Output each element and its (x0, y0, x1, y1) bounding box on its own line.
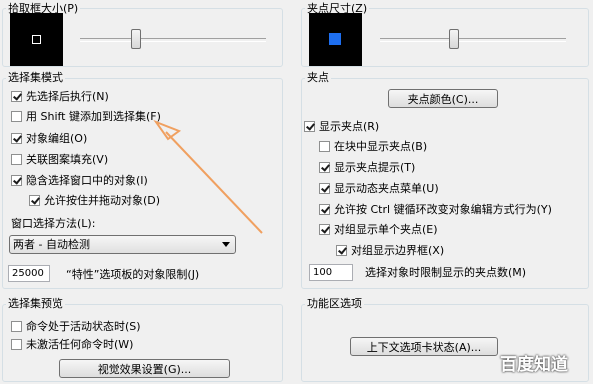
grips-title: 夹点 (305, 71, 331, 84)
implied-windowing-checkbox[interactable]: 隐含选择窗口中的对象(I) (11, 172, 148, 188)
watermark-text: 百度知道 (500, 355, 568, 375)
no-command-preview-checkbox[interactable]: 未激活任何命令时(W) (11, 336, 133, 352)
checkbox-label: 用 Shift 键添加到选择集(F) (26, 110, 161, 123)
checkbox-box[interactable] (336, 244, 347, 256)
shift-add-checkbox[interactable]: 用 Shift 键添加到选择集(F) (11, 108, 161, 124)
checkbox-label: 允许按住并拖动对象(D) (44, 194, 161, 207)
checkbox-label: 允许按 Ctrl 键循环改变对象编辑方式行为(Y) (334, 203, 552, 216)
checkbox-box[interactable] (319, 203, 330, 215)
window-method-select[interactable]: 两者 - 自动检测 (9, 235, 236, 254)
pickbox-slider-track[interactable] (80, 38, 266, 42)
checkbox-label: 显示夹点(R) (319, 120, 380, 133)
checkbox-label: 显示夹点提示(T) (334, 161, 416, 174)
checkbox-label: 在块中显示夹点(B) (334, 140, 428, 153)
noun-verb-selection-checkbox[interactable]: 先选择后执行(N) (11, 88, 109, 104)
checkbox-label: 隐含选择窗口中的对象(I) (26, 174, 148, 187)
checkbox-label: 命令处于活动状态时(S) (26, 320, 141, 333)
grip-colors-button[interactable]: 夹点颜色(C)... (388, 89, 498, 108)
associative-hatch-checkbox[interactable]: 关联图案填充(V) (11, 151, 108, 167)
press-drag-checkbox[interactable]: 允许按住并拖动对象(D) (29, 192, 160, 208)
checkbox-box[interactable] (29, 194, 40, 206)
contextual-tab-states-button[interactable]: 上下文选项卡状态(A)... (350, 337, 498, 356)
grip-slider-track[interactable] (380, 38, 566, 42)
ribbon-options-title: 功能区选项 (305, 297, 364, 310)
window-method-value: 两者 - 自动检测 (13, 238, 90, 251)
dynamic-grip-menu-checkbox[interactable]: 显示动态夹点菜单(U) (319, 180, 439, 196)
grip-tips-checkbox[interactable]: 显示夹点提示(T) (319, 159, 415, 175)
grips-in-blocks-checkbox[interactable]: 在块中显示夹点(B) (319, 138, 427, 154)
ctrl-cycling-checkbox[interactable]: 允许按 Ctrl 键循环改变对象编辑方式行为(Y) (319, 201, 552, 217)
active-command-preview-checkbox[interactable]: 命令处于活动状态时(S) (11, 318, 141, 334)
grip-slider-thumb[interactable] (449, 29, 460, 49)
selection-preview-title: 选择集预览 (6, 297, 65, 310)
checkbox-box[interactable] (319, 182, 330, 194)
chevron-down-icon[interactable] (222, 242, 230, 247)
group-bounding-box-checkbox[interactable]: 对组显示边界框(X) (336, 242, 444, 258)
window-method-label: 窗口选择方法(L): (11, 217, 96, 230)
checkbox-box[interactable] (319, 140, 330, 152)
checkbox-label: 对组显示边界框(X) (351, 244, 445, 257)
watermark-logo: 百度知道 (500, 350, 568, 375)
pickbox-slider-thumb[interactable] (130, 29, 141, 49)
checkbox-box[interactable] (11, 132, 22, 144)
checkbox-box[interactable] (11, 90, 22, 102)
grip-size-preview (309, 13, 362, 66)
checkbox-box[interactable] (11, 320, 22, 332)
checkbox-label: 对象编组(O) (26, 132, 88, 145)
checkbox-box[interactable] (304, 120, 315, 132)
selection-modes-title: 选择集模式 (6, 71, 65, 84)
checkbox-box[interactable] (11, 153, 22, 165)
grip-swatch (329, 33, 341, 45)
visual-effect-settings-button[interactable]: 视觉效果设置(G)... (59, 359, 230, 378)
checkbox-label: 对组显示单个夹点(E) (334, 223, 438, 236)
checkbox-label: 显示动态夹点菜单(U) (334, 182, 439, 195)
single-grip-groups-checkbox[interactable]: 对组显示单个夹点(E) (319, 221, 438, 237)
checkbox-box[interactable] (11, 338, 22, 350)
show-grips-checkbox[interactable]: 显示夹点(R) (304, 118, 379, 134)
properties-limit-input[interactable]: 25000 (8, 265, 50, 282)
checkbox-label: 先选择后执行(N) (26, 90, 109, 103)
properties-limit-label: “特性”选项板的对象限制(J) (66, 268, 200, 281)
checkbox-box[interactable] (319, 161, 330, 173)
checkbox-label: 关联图案填充(V) (26, 153, 109, 166)
checkbox-box[interactable] (11, 174, 22, 186)
checkbox-box[interactable] (319, 223, 330, 235)
grip-limit-label: 选择对象时限制显示的夹点数(M) (365, 266, 527, 279)
grip-limit-input[interactable]: 100 (309, 264, 353, 281)
pickbox-square (32, 35, 41, 44)
checkbox-box[interactable] (11, 110, 22, 122)
pickbox-preview (10, 13, 63, 66)
checkbox-label: 未激活任何命令时(W) (26, 338, 134, 351)
object-grouping-checkbox[interactable]: 对象编组(O) (11, 130, 87, 146)
